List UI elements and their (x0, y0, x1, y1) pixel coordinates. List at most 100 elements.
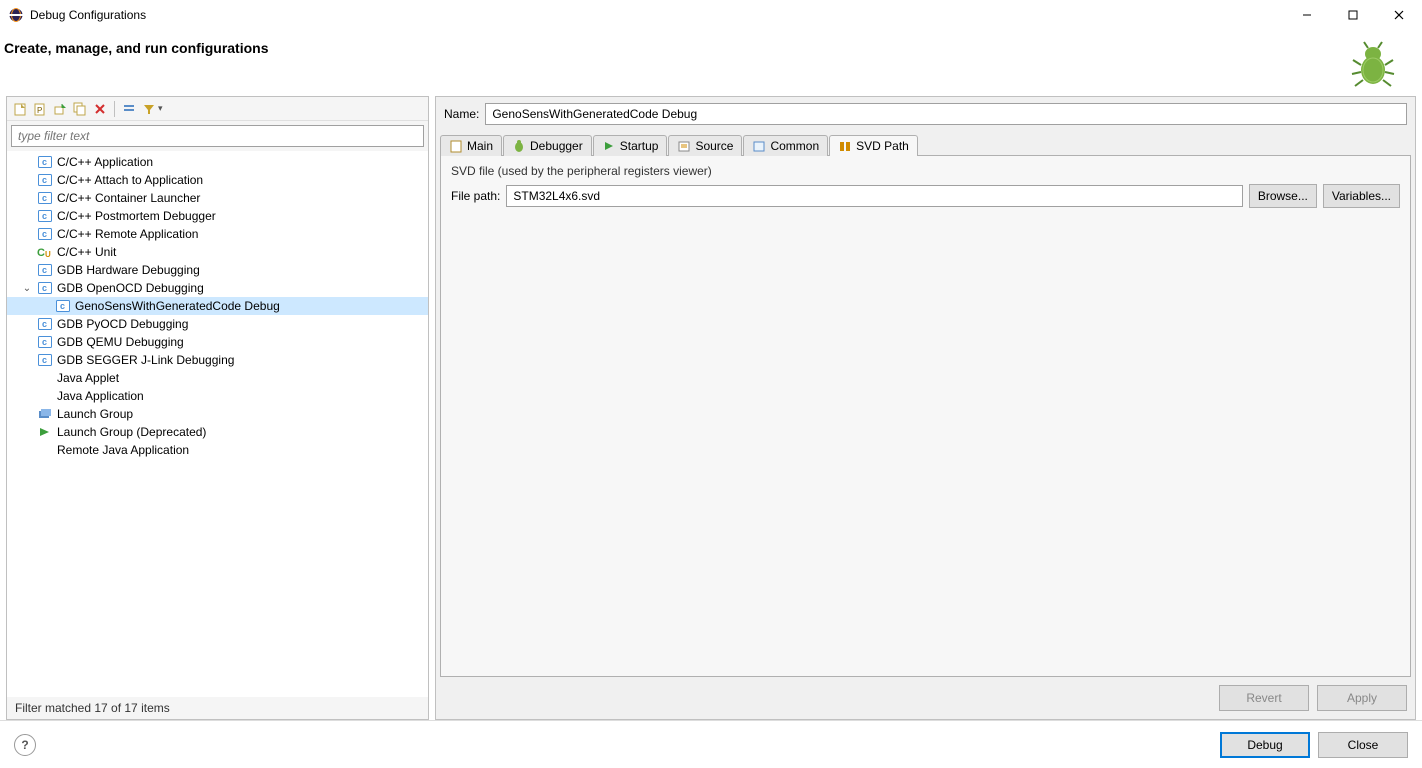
tree-item-label: GDB PyOCD Debugging (57, 317, 188, 331)
config-tree[interactable]: c C/C++ Application cC/C++ Attach to Appli… (7, 151, 428, 697)
c-app-icon: c (37, 190, 53, 206)
svd-tab-icon (838, 139, 852, 153)
debugger-tab-icon (512, 139, 526, 153)
tree-item-launch-group[interactable]: Launch Group (7, 405, 428, 423)
c-app-icon: c (37, 208, 53, 224)
tree-item-gdb-segger-j-link-debugging[interactable]: cGDB SEGGER J-Link Debugging (7, 351, 428, 369)
tree-item-c-c-attach-to-application[interactable]: cC/C++ Attach to Application (7, 171, 428, 189)
tree-item-label: C/C++ Postmortem Debugger (57, 209, 216, 223)
svg-text:c: c (42, 319, 47, 329)
svg-text:c: c (42, 157, 47, 167)
collapse-icon[interactable]: ⌄ (21, 283, 33, 294)
tab-label: Debugger (530, 139, 583, 153)
minimize-button[interactable] (1284, 0, 1330, 30)
svg-text:c: c (42, 265, 47, 275)
svg-text:c: c (42, 175, 47, 185)
tree-item-label: GenoSensWithGeneratedCode Debug (75, 299, 280, 313)
export-button[interactable] (51, 100, 69, 118)
c-app-icon: c (37, 352, 53, 368)
name-row: Name: (436, 97, 1415, 131)
config-toolbar: P ▾ (7, 97, 428, 121)
launch-group-icon (37, 406, 53, 422)
tree-item-launch-group-deprecated-[interactable]: Launch Group (Deprecated) (7, 423, 428, 441)
filter-dropdown-icon[interactable]: ▾ (158, 103, 163, 114)
tree-item-c-c-postmortem-debugger[interactable]: c C/C++ Postmortem Debugger (7, 207, 428, 225)
tree-item-c-c-container-launcher[interactable]: cC/C++ Container Launcher (7, 189, 428, 207)
tab-common[interactable]: Common (743, 135, 828, 156)
dialog-footer: ? Debug Close (0, 720, 1422, 768)
tab-label: Source (695, 139, 733, 153)
name-input[interactable] (485, 103, 1407, 125)
name-label: Name: (444, 107, 479, 121)
tab-startup[interactable]: Startup (593, 135, 668, 156)
dialog-heading: Create, manage, and run configurations (4, 40, 1348, 56)
titlebar: Debug Configurations (0, 0, 1422, 30)
startup-tab-icon (602, 139, 616, 153)
debug-bug-icon (1348, 40, 1398, 90)
tree-item-c-c-unit[interactable]: CUC/C++ Unit (7, 243, 428, 261)
svg-text:c: c (42, 229, 47, 239)
collapse-all-button[interactable] (120, 100, 138, 118)
svg-text:c: c (42, 211, 47, 221)
c-app-icon: c (37, 316, 53, 332)
tree-item-label: C/C++ Application (57, 155, 153, 169)
c-app-icon: c (55, 298, 71, 314)
tree-item-label: GDB OpenOCD Debugging (57, 281, 204, 295)
tab-body-svd: SVD file (used by the peripheral registe… (440, 155, 1411, 677)
none-icon (37, 388, 53, 404)
maximize-button[interactable] (1330, 0, 1376, 30)
tree-item-label: Java Applet (57, 371, 119, 385)
tree-item-c-c-application[interactable]: c C/C++ Application (7, 153, 428, 171)
tree-item-java-application[interactable]: Java Application (7, 387, 428, 405)
tab-debugger[interactable]: Debugger (503, 135, 592, 156)
new-config-button[interactable] (11, 100, 29, 118)
common-tab-icon (752, 139, 766, 153)
close-button[interactable] (1376, 0, 1422, 30)
tree-item-label: Java Application (57, 389, 144, 403)
tree-item-c-c-remote-application[interactable]: cC/C++ Remote Application (7, 225, 428, 243)
tab-label: Main (467, 139, 493, 153)
tree-item-remote-java-application[interactable]: Remote Java Application (7, 441, 428, 459)
tree-item-gdb-hardware-debugging[interactable]: cGDB Hardware Debugging (7, 261, 428, 279)
new-prototype-button[interactable]: P (31, 100, 49, 118)
tab-main[interactable]: Main (440, 135, 502, 156)
delete-button[interactable] (91, 100, 109, 118)
apply-button[interactable]: Apply (1317, 685, 1407, 711)
filter-input[interactable] (11, 125, 424, 147)
source-tab-icon (677, 139, 691, 153)
svg-text:c: c (60, 301, 65, 311)
config-tabs: Main Debugger Startup Source CommonSVD Path (436, 131, 1415, 155)
eclipse-icon (8, 7, 24, 23)
tree-item-label: Remote Java Application (57, 443, 189, 457)
help-icon[interactable]: ? (14, 734, 36, 756)
c-app-icon: c (37, 334, 53, 350)
tree-item-gdb-openocd-debugging[interactable]: ⌄ c GDB OpenOCD Debugging (7, 279, 428, 297)
dialog-header: Create, manage, and run configurations (0, 30, 1422, 96)
none-icon (37, 370, 53, 386)
c-app-icon: c (37, 154, 53, 170)
filepath-input[interactable] (506, 185, 1242, 207)
variables-button[interactable]: Variables... (1323, 184, 1400, 208)
svg-text:c: c (42, 355, 47, 365)
tree-item-genosenswithgeneratedcode-debug[interactable]: c GenoSensWithGeneratedCode Debug (7, 297, 428, 315)
tree-item-java-applet[interactable]: Java Applet (7, 369, 428, 387)
tab-source[interactable]: Source (668, 135, 742, 156)
filter-button[interactable] (140, 100, 158, 118)
svg-text:C: C (37, 247, 45, 259)
browse-button[interactable]: Browse... (1249, 184, 1317, 208)
right-panel: Name: Main Debugger Startup Source CommonSVD… (435, 96, 1416, 720)
close-dialog-button[interactable]: Close (1318, 732, 1408, 758)
tree-item-gdb-qemu-debugging[interactable]: cGDB QEMU Debugging (7, 333, 428, 351)
debug-button[interactable]: Debug (1220, 732, 1310, 758)
filter-status: Filter matched 17 of 17 items (7, 697, 428, 719)
tree-item-gdb-pyocd-debugging[interactable]: c GDB PyOCD Debugging (7, 315, 428, 333)
svg-text:c: c (42, 193, 47, 203)
none-icon (37, 442, 53, 458)
tab-svd[interactable]: SVD Path (829, 135, 918, 156)
c-app-icon: c (37, 280, 53, 296)
tree-item-label: Launch Group (57, 407, 133, 421)
main-tab-icon (449, 139, 463, 153)
window-title: Debug Configurations (30, 8, 1284, 22)
duplicate-button[interactable] (71, 100, 89, 118)
revert-button[interactable]: Revert (1219, 685, 1309, 711)
